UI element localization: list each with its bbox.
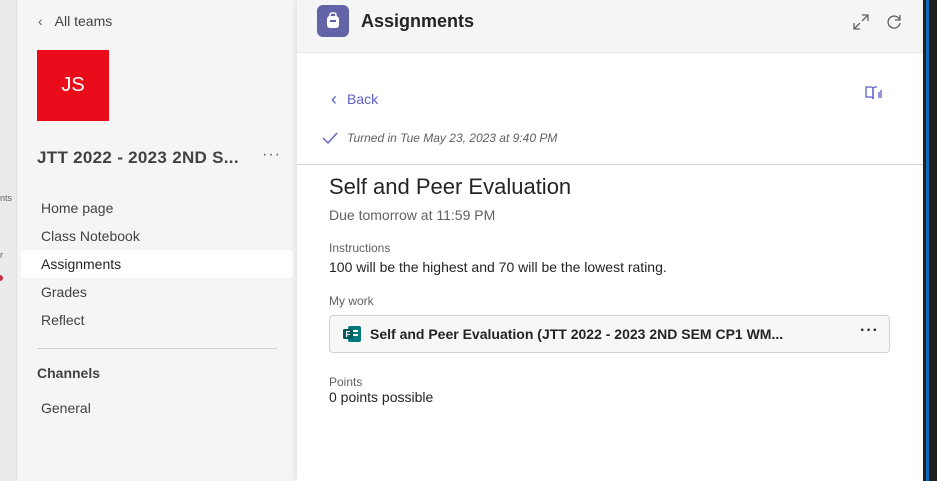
turned-in-text: Turned in Tue May 23, 2023 at 9:40 PM bbox=[347, 131, 558, 145]
work-attachment-title: Self and Peer Evaluation (JTT 2022 - 202… bbox=[370, 326, 784, 342]
window-edge bbox=[923, 0, 937, 481]
notification-dot bbox=[0, 275, 3, 281]
chevron-left-icon: ‹ bbox=[38, 13, 43, 29]
app-title: Assignments bbox=[361, 11, 475, 31]
assignments-backpack-icon bbox=[317, 5, 349, 37]
turned-in-status: Turned in Tue May 23, 2023 at 9:40 PM bbox=[321, 131, 557, 145]
all-teams-label: All teams bbox=[54, 13, 113, 29]
back-button[interactable]: ‹ Back bbox=[331, 89, 379, 109]
expand-icon[interactable] bbox=[851, 12, 871, 32]
divider bbox=[297, 164, 923, 165]
team-sidebar: ‹ All teams JS JTT 2022 - 2023 2ND S... … bbox=[17, 0, 297, 481]
team-nav: Home page Class Notebook Assignments Gra… bbox=[21, 194, 293, 334]
team-name: JTT 2022 - 2023 2ND S... bbox=[37, 148, 239, 167]
nav-item-class-notebook[interactable]: Class Notebook bbox=[21, 222, 293, 250]
points-value: 0 points possible bbox=[329, 389, 434, 405]
assignment-pane: Assignments ‹ Back Turned in Tue May 23,… bbox=[297, 0, 923, 481]
instructions-text: 100 will be the highest and 70 will be t… bbox=[329, 259, 667, 275]
immersive-reader-icon[interactable] bbox=[864, 84, 884, 102]
back-label: Back bbox=[347, 91, 379, 107]
team-more-options-button[interactable]: ··· bbox=[262, 146, 281, 164]
rail-label: r bbox=[0, 250, 3, 260]
app-rail: nts r bbox=[0, 0, 17, 481]
nav-item-home-page[interactable]: Home page bbox=[21, 194, 293, 222]
sidebar-divider bbox=[37, 348, 277, 349]
svg-text:F: F bbox=[346, 330, 351, 339]
refresh-icon[interactable] bbox=[884, 12, 904, 32]
checkmark-icon bbox=[322, 132, 338, 145]
rail-label: nts bbox=[0, 193, 13, 203]
accent-bar bbox=[926, 0, 929, 481]
nav-item-assignments[interactable]: Assignments bbox=[21, 250, 293, 278]
channel-item-general[interactable]: General bbox=[41, 400, 91, 416]
nav-item-reflect[interactable]: Reflect bbox=[21, 306, 293, 334]
work-attachment[interactable]: F Self and Peer Evaluation (JTT 2022 - 2… bbox=[329, 315, 890, 353]
nav-item-grades[interactable]: Grades bbox=[21, 278, 293, 306]
team-avatar: JS bbox=[37, 50, 109, 121]
due-date: Due tomorrow at 11:59 PM bbox=[329, 207, 496, 223]
channels-heading: Channels bbox=[37, 365, 101, 381]
assignment-title: Self and Peer Evaluation bbox=[329, 174, 572, 199]
points-label: Points bbox=[329, 375, 363, 389]
chevron-left-icon: ‹ bbox=[331, 89, 337, 109]
instructions-label: Instructions bbox=[329, 241, 391, 255]
my-work-label: My work bbox=[329, 294, 374, 308]
app-header: Assignments bbox=[297, 0, 923, 53]
forms-icon: F bbox=[342, 324, 362, 344]
work-more-options-button[interactable]: ··· bbox=[860, 322, 879, 340]
all-teams-link[interactable]: ‹ All teams bbox=[38, 13, 112, 29]
